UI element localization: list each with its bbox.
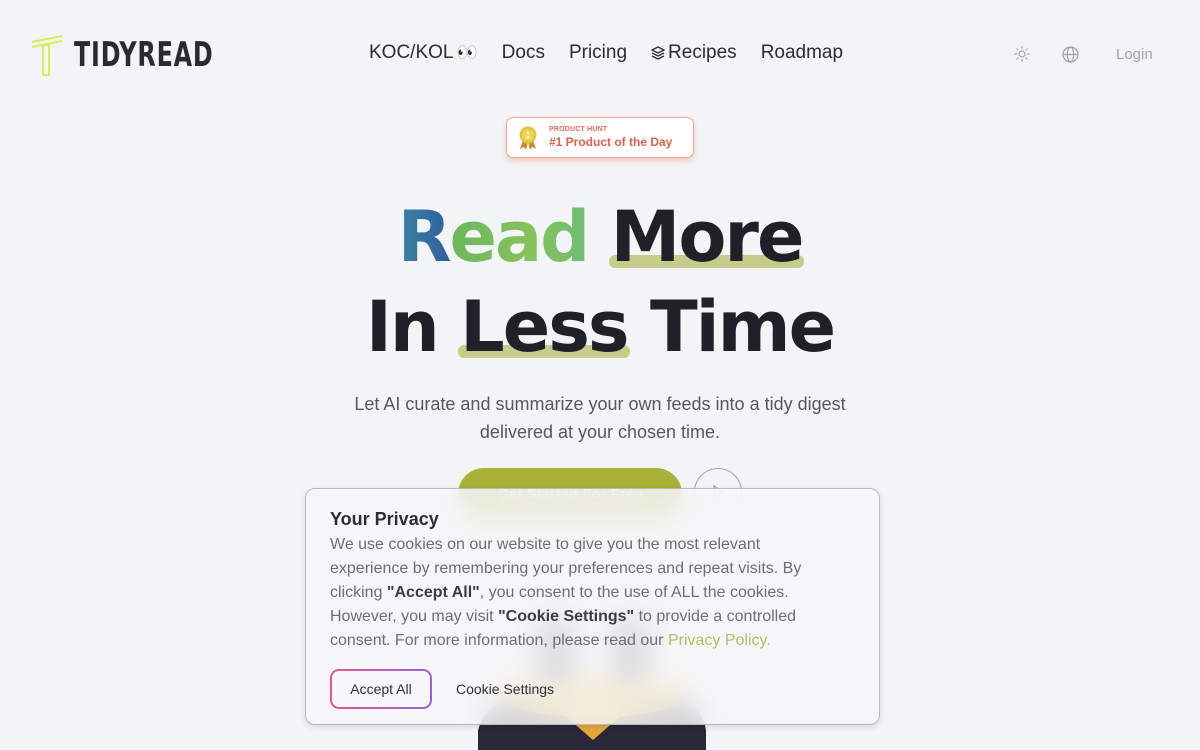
hero-highlight-more: More	[608, 196, 805, 278]
hero-subtitle: Let AI curate and summarize your own fee…	[0, 390, 1200, 446]
hero-highlight-less: Less	[458, 286, 630, 368]
nav-docs[interactable]: Docs	[502, 42, 545, 64]
nav-label: Docs	[501, 42, 545, 63]
cookie-bold-settings: "Cookie Settings"	[498, 608, 635, 625]
hero-word-read: Read	[397, 196, 591, 278]
accept-all-button[interactable]: Accept All	[330, 669, 432, 709]
site-header: TIDYREAD KOC/KOL 👀 Docs Pricing Recipes …	[0, 0, 1200, 110]
subtitle-line-1: Let AI curate and summarize your own fee…	[354, 394, 846, 414]
nav-label: Recipes	[668, 42, 737, 63]
cookie-title: Your Privacy	[330, 509, 439, 529]
cookie-bold-accept: "Accept All"	[386, 584, 480, 601]
nav-roadmap[interactable]: Roadmap	[761, 42, 843, 64]
language-button[interactable]	[1058, 40, 1082, 68]
product-hunt-badge[interactable]: 1 PRODUCT HUNT #1 Product of the Day	[506, 117, 694, 158]
nav-recipes[interactable]: Recipes	[651, 42, 737, 64]
t-logo-icon	[31, 35, 63, 76]
brand-name: TIDYREAD	[74, 35, 214, 75]
stack-icon	[651, 46, 666, 60]
cookie-body: We use cookies on our website to give yo…	[330, 533, 830, 653]
globe-icon	[1061, 45, 1079, 63]
cookie-settings-button[interactable]: Cookie Settings	[456, 681, 554, 697]
hero-title-line-1: Read More	[0, 196, 1200, 278]
nav-label: KOC/KOL	[369, 42, 454, 63]
nav-label: Pricing	[568, 42, 628, 63]
theme-toggle-button[interactable]	[1010, 40, 1034, 68]
svg-text:1: 1	[526, 131, 531, 140]
hero-word-more: More	[610, 196, 805, 278]
hero-word-time: Time	[649, 286, 836, 368]
nav-pricing[interactable]: Pricing	[569, 42, 627, 64]
login-link[interactable]: Login	[1116, 46, 1153, 63]
logo[interactable]: TIDYREAD	[30, 34, 253, 76]
eyes-icon: 👀	[456, 43, 478, 62]
cookie-consent-dialog: Your Privacy We use cookies on our websi…	[305, 488, 880, 725]
header-tools: Login	[1010, 40, 1153, 68]
sun-icon	[1014, 46, 1030, 62]
medal-icon: 1	[519, 126, 537, 150]
hero-title-line-2: In Less Time	[0, 286, 1200, 368]
badge-text: PRODUCT HUNT #1 Product of the Day	[549, 126, 672, 149]
hero-word-in: In	[365, 286, 440, 368]
main-nav: KOC/KOL 👀 Docs Pricing Recipes Roadmap	[369, 42, 843, 64]
subtitle-line-2: delivered at your chosen time.	[479, 422, 721, 442]
nav-label: Roadmap	[760, 42, 844, 63]
badge-title: #1 Product of the Day	[549, 135, 673, 149]
nav-koc-kol[interactable]: KOC/KOL 👀	[369, 42, 478, 64]
privacy-policy-link[interactable]: Privacy Policy.	[668, 632, 771, 649]
cookie-actions: Accept All Cookie Settings	[330, 669, 855, 709]
badge-kicker: PRODUCT HUNT	[549, 126, 608, 133]
hero-word-less: Less	[460, 286, 629, 368]
